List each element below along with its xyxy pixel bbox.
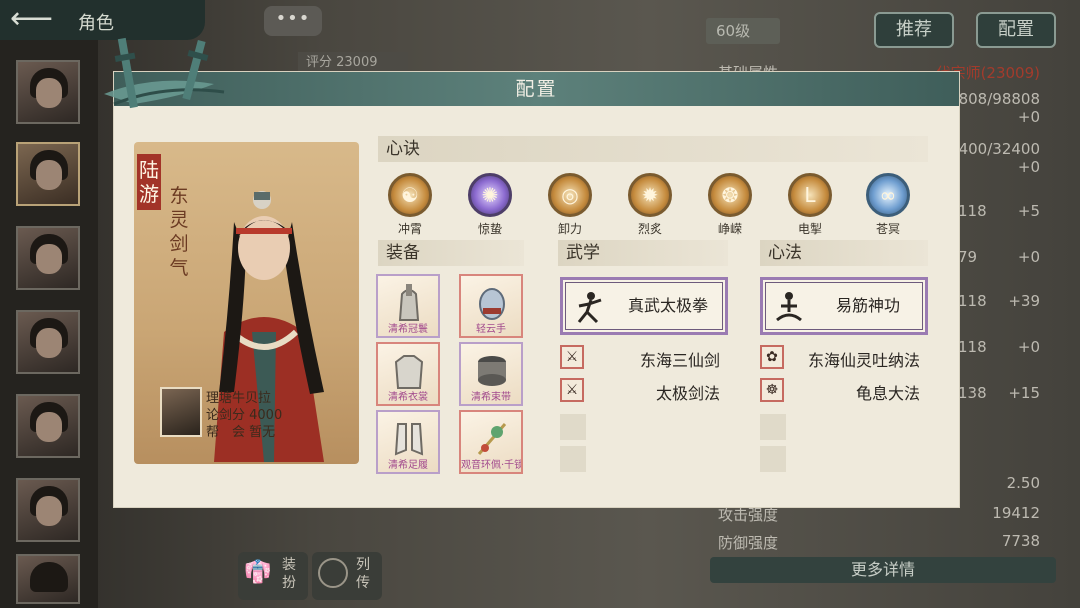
character-avatar[interactable] [16,60,80,124]
skill-icon: L [788,173,832,217]
empty-skill-slot[interactable] [760,446,786,472]
inner-main-skill[interactable]: 易筋神功 [760,277,928,335]
character-avatar[interactable] [16,142,80,206]
player-info: 理塘牛贝拉 论剑分 4000 帮 会 暂无 [160,387,350,447]
martial-main-skill[interactable]: 真武太极拳 [560,277,728,335]
character-avatar[interactable] [16,310,80,374]
back-arrow-icon[interactable]: ⟵ [10,4,58,34]
skill-icon: ☯ [388,173,432,217]
player-guild: 帮 会 暂无 [206,425,276,440]
equip-slot-head[interactable]: 清希冠鬟 [376,274,440,338]
character-list [0,40,98,608]
equip-slot-feet[interactable]: 清希足履 [376,410,440,474]
more-details-button[interactable]: 更多详情 [710,557,1056,583]
character-avatar[interactable] [16,554,80,604]
turtle-icon: ☸ [760,378,784,402]
equip-slot-body[interactable]: 清希衣裳 [376,342,440,406]
skill-liezhi[interactable]: ✹ 烈炙 [624,173,676,239]
skill-icon: ✺ [468,173,512,217]
empty-skill-slot[interactable] [760,414,786,440]
skill-xieli[interactable]: ◎ 卸力 [544,173,596,239]
stat-row: 攻击强度 19412 [718,504,1040,524]
section-martial: 武学 [558,240,728,266]
empty-skill-slot[interactable] [560,446,586,472]
skill-chongxiao[interactable]: ☯ 冲霄 [384,173,436,239]
chat-button[interactable]: ••• [264,6,322,36]
tab-outfit[interactable]: 👘 装扮 [238,552,308,600]
sword-icon: ⚔ [560,378,584,402]
meditation-icon [776,292,802,322]
tab-bio[interactable]: 列传 [312,552,382,600]
section-inner-art: 心法 [760,240,928,266]
character-avatar[interactable] [16,394,80,458]
level-badge: 60级 [706,18,780,44]
config-modal: 配置 陆游 东灵剑气 理塘牛贝拉 论剑分 4000 帮 会 暂无 心诀 ☯ 冲霄… [104,37,959,507]
inner-sub-skill[interactable]: ☸ 龟息大法 [760,377,930,405]
skill-jingzhe[interactable]: ✺ 惊蛰 [464,173,516,239]
martial-sub-skill[interactable]: ⚔ 东海三仙剑 [560,344,730,372]
page-title: 角色 [78,13,114,34]
score-tag: 评分 23009 [298,52,408,74]
equip-slot-pendant[interactable]: 观音环佩·千锁 [459,410,523,474]
scroll-icon [318,558,348,588]
sword-icon: ⚔ [560,345,584,369]
skill-icon: ✹ [628,173,672,217]
martial-sub-skill[interactable]: ⚔ 太极剑法 [560,377,730,405]
character-name: 陆游 [137,154,161,210]
section-mind: 心诀 [378,136,928,162]
character-title: 东灵剑气 [169,185,189,279]
inner-sub-skill[interactable]: ✿ 东海仙灵吐纳法 [760,344,930,372]
skill-dianche[interactable]: L 电掣 [784,173,836,239]
player-avatar[interactable] [160,387,202,437]
equip-slot-belt[interactable]: 清希束带 [459,342,523,406]
bottom-tabs: 👘 装扮 列传 [238,552,388,602]
character-avatar[interactable] [16,478,80,542]
stat-row: 防御强度 7738 [718,532,1040,552]
character-avatar[interactable] [16,226,80,290]
paw-icon: ✿ [760,345,784,369]
empty-skill-slot[interactable] [560,414,586,440]
equip-slot-hands[interactable]: 轻云手 [459,274,523,338]
robe-icon: 👘 [244,560,272,585]
skill-icon: ∞ [866,173,910,217]
skill-cangming[interactable]: ∞ 苍冥 [862,173,914,239]
skill-icon: ◎ [548,173,592,217]
recommend-button[interactable]: 推荐 [874,12,954,48]
sword-decoration-icon [104,37,225,109]
config-button[interactable]: 配置 [976,12,1056,48]
character-card: 陆游 东灵剑气 理塘牛贝拉 论剑分 4000 帮 会 暂无 [134,142,359,464]
skill-icon: ❂ [708,173,752,217]
fighter-icon [577,292,602,324]
skill-zhengrong[interactable]: ❂ 峥嵘 [704,173,756,239]
section-equipment: 装备 [378,240,524,266]
